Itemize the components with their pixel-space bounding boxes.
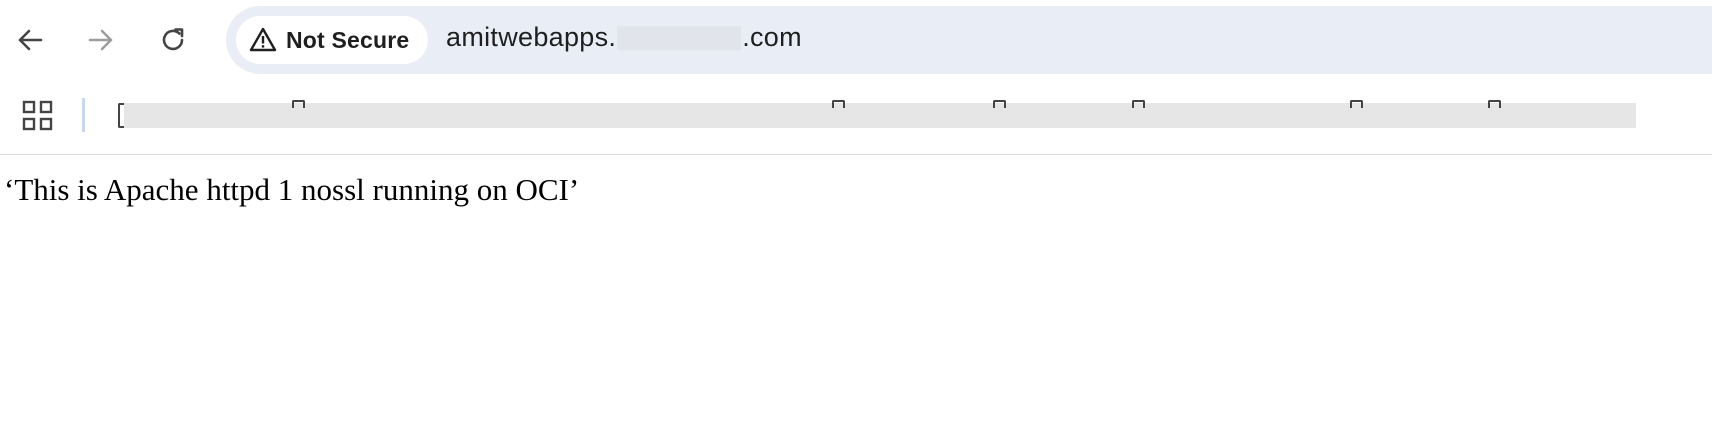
bookmark-item[interactable] [1132,100,1145,108]
browser-toolbar: Not Secure amitwebapps. .com [0,0,1712,80]
reload-button[interactable] [151,18,195,62]
bookmarks-redaction [124,103,1636,128]
apps-grid-icon [20,100,56,138]
url-suffix: .com [742,22,802,52]
back-button[interactable] [8,18,52,62]
address-bar[interactable]: Not Secure amitwebapps. .com [226,6,1712,74]
arrow-right-icon [86,25,116,55]
reload-icon [158,25,188,55]
url-redaction [617,25,742,50]
bookmark-item[interactable] [832,100,845,108]
url-prefix: amitwebapps. [446,22,617,52]
bookmark-item[interactable] [292,100,305,108]
page-body-text: ‘This is Apache httpd 1 nossl running on… [4,172,580,207]
bookmarks-bar [0,82,1712,155]
arrow-left-icon [15,25,45,55]
apps-button[interactable] [20,98,56,134]
forward-button[interactable] [79,18,123,62]
security-indicator-chip[interactable]: Not Secure [236,16,428,64]
bookmark-item[interactable] [1350,100,1363,108]
security-label: Not Secure [286,26,410,53]
warning-triangle-icon [248,25,278,55]
bookmark-item[interactable] [993,100,1006,108]
bookmarks-divider [82,98,85,132]
url-text[interactable]: amitwebapps. .com [446,22,802,53]
bookmark-item[interactable] [1488,100,1501,108]
